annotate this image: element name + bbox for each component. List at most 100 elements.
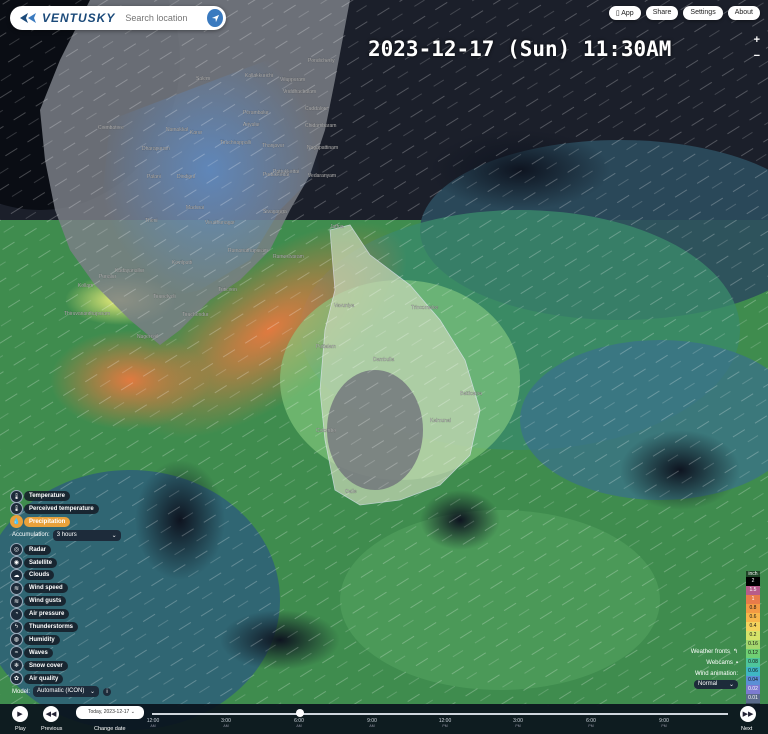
place-label[interactable]: Rameswaram [273, 254, 304, 260]
snowflake-icon: ❄ [10, 659, 23, 673]
logo-text: VENTUSKY [42, 11, 116, 25]
place-label[interactable]: Vavuniya [334, 303, 355, 309]
layer-label: Wind speed [24, 583, 68, 594]
place-label[interactable]: Salem [196, 76, 210, 82]
share-button[interactable]: Share [645, 6, 679, 20]
layer-item[interactable]: 🌡 Temperature [10, 489, 121, 503]
zoom-out-button[interactable]: − [754, 48, 760, 64]
place-label[interactable]: Vriddhachalam [283, 89, 316, 95]
place-label[interactable]: Puttalam [316, 344, 336, 350]
place-label[interactable]: Colombo [316, 428, 337, 434]
time-tick: 6:00 PM [586, 718, 596, 728]
layer-item[interactable]: ✿ Air quality [10, 672, 121, 686]
gauge-icon: ◔ [10, 607, 23, 621]
place-label[interactable]: Punalur [99, 274, 117, 280]
place-label[interactable]: Ariyalur [243, 122, 261, 128]
place-label[interactable]: Theni [145, 218, 158, 224]
wind-icon: ≋ [10, 581, 23, 595]
place-label[interactable]: Cuddalore [305, 106, 329, 112]
layer-label: Temperature [24, 491, 70, 501]
place-label[interactable]: Madurai [186, 205, 204, 211]
place-label[interactable]: Kollam [78, 283, 94, 289]
layer-label: Air pressure [24, 609, 70, 620]
legend-step: 0.6 [746, 613, 760, 622]
place-label[interactable]: Kalmunai [430, 418, 451, 424]
date-select[interactable]: Today, 2023-12-17 ⌄ [76, 706, 144, 719]
place-label[interactable]: Dindigul [177, 174, 195, 180]
zoom-in-button[interactable]: + [754, 32, 760, 48]
place-label[interactable]: Kovilpatti [172, 260, 193, 266]
wind-animation-select[interactable]: Normal ⌄ [694, 680, 738, 689]
ventusky-logo[interactable]: VENTUSKY [20, 11, 115, 25]
app-button[interactable]: ▯ App [608, 6, 641, 20]
place-label[interactable]: Sivaganga [263, 209, 287, 215]
place-label[interactable]: Viluppuram [280, 77, 306, 83]
place-label[interactable]: Thiruvananthapuram [64, 311, 110, 317]
webcams-toggle[interactable]: Webcams ▪ [691, 657, 738, 668]
layer-item[interactable]: ◔ Air pressure [10, 607, 121, 621]
play-button[interactable]: ▶ [12, 706, 28, 722]
place-label[interactable]: Namakkal [166, 127, 189, 133]
place-label[interactable]: Karur [190, 130, 203, 136]
place-label[interactable]: Dambulla [373, 357, 395, 363]
weather-fronts-toggle[interactable]: Weather fronts ↰ [691, 646, 738, 657]
place-label[interactable]: Vedaranyam [308, 173, 336, 179]
model-label: Model: [12, 688, 31, 695]
legend-step: 0.12 [746, 649, 760, 658]
place-label[interactable]: Nagapattinam [307, 145, 338, 151]
place-label[interactable]: Kadayanallur [115, 268, 145, 274]
place-label[interactable]: Pondicherry [308, 58, 335, 64]
layer-item[interactable]: ≈ Waves [10, 646, 121, 660]
legend-step: 1 [746, 595, 760, 604]
place-label[interactable]: Kallakkurichi [245, 73, 273, 79]
search-input[interactable] [123, 8, 208, 28]
place-label[interactable]: Chidambaram [305, 123, 337, 129]
timeline-bar: ▶ Play ◀◀ Previous Today, 2023-12-17 ⌄ C… [0, 704, 768, 734]
place-label[interactable]: Tuticorin [218, 287, 238, 293]
place-label[interactable]: Ramanathapuram [228, 248, 268, 254]
layer-item[interactable]: ☁ Clouds [10, 568, 121, 582]
layer-item[interactable]: 💧 Precipitation [10, 515, 121, 529]
place-label[interactable]: Virudhunagar [205, 220, 236, 226]
place-label[interactable]: Thanjavur [262, 143, 285, 149]
layer-item[interactable]: ≋ Wind gusts [10, 594, 121, 608]
next-button[interactable]: ▶▶ [740, 706, 756, 722]
rewind-icon: ◀◀ [45, 711, 57, 718]
layer-item[interactable]: 🌡 Perceived temperature [10, 502, 121, 516]
layer-item[interactable]: ❄ Snow cover [10, 659, 121, 673]
layer-item[interactable]: ϟ Thunderstorms [10, 620, 121, 634]
accumulation-selector: Accumulation: 3 hours ⌄ [12, 529, 121, 541]
place-label[interactable]: Pattukkottai [273, 169, 299, 175]
layer-item[interactable]: ◎ Radar [10, 543, 121, 557]
time-tick: 12:00 PM [438, 718, 452, 728]
layer-item[interactable]: ≋ Wind speed [10, 581, 121, 595]
accumulation-select[interactable]: 3 hours ⌄ [52, 529, 121, 541]
layer-label: Precipitation [24, 516, 71, 527]
next-label: Next [741, 726, 753, 732]
place-label[interactable]: Jaffna [330, 224, 344, 230]
settings-button[interactable]: Settings [683, 6, 723, 20]
place-label[interactable]: Tiruchirappalli [220, 140, 251, 146]
previous-button[interactable]: ◀◀ [43, 706, 59, 722]
thermometer-icon: 🌡 [10, 502, 23, 516]
layer-item[interactable]: ◉ Satellite [10, 556, 121, 570]
info-icon[interactable]: i [103, 687, 112, 696]
camera-icon: ▪ [735, 659, 738, 666]
timeline-track[interactable] [152, 713, 728, 715]
model-select[interactable]: Automatic (ICON) ⌄ [33, 686, 100, 697]
place-label[interactable]: Perambalur [243, 110, 269, 116]
place-label[interactable]: Dharapuram [142, 146, 170, 152]
place-label[interactable]: Tiruchendur [182, 312, 209, 318]
locate-button[interactable] [207, 9, 223, 27]
about-button[interactable]: About [727, 6, 760, 20]
place-label[interactable]: Galle [345, 489, 357, 495]
place-label[interactable]: Tirunelveli [153, 294, 176, 300]
legend-step: 0.04 [746, 676, 760, 685]
place-label[interactable]: Coimbatore [98, 125, 124, 131]
place-label[interactable]: Palani [147, 174, 161, 180]
layer-item[interactable]: ◍ Humidity [10, 633, 121, 647]
place-label[interactable]: Trincomalee [411, 305, 439, 311]
timeline-thumb[interactable] [296, 709, 304, 717]
place-label[interactable]: Nagercoil [137, 334, 158, 340]
place-label[interactable]: Batticaloa [460, 391, 482, 397]
